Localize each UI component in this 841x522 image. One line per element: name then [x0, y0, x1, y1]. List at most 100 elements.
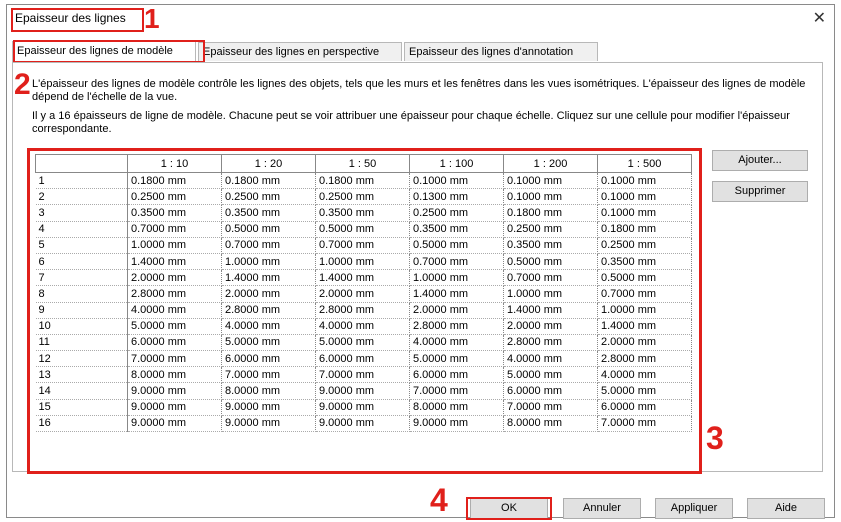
weight-cell[interactable]: 9.0000 mm: [315, 415, 410, 433]
weight-cell[interactable]: 8.0000 mm: [221, 382, 316, 400]
weight-cell[interactable]: 5.0000 mm: [409, 350, 504, 368]
weight-cell[interactable]: 0.2500 mm: [315, 188, 410, 206]
weight-cell[interactable]: 9.0000 mm: [127, 399, 222, 416]
weight-cell[interactable]: 2.8000 mm: [409, 318, 504, 335]
tab-annotation-line-weights[interactable]: Epaisseur des lignes d'annotation: [404, 42, 598, 61]
weight-cell[interactable]: 4.0000 mm: [315, 318, 410, 335]
weight-cell[interactable]: 0.2500 mm: [221, 188, 316, 206]
weight-cell[interactable]: 1.0000 mm: [409, 269, 504, 287]
weight-cell[interactable]: 2.0000 mm: [221, 285, 316, 303]
weight-cell[interactable]: 0.5000 mm: [409, 237, 504, 254]
close-icon[interactable]: ✕: [813, 8, 826, 28]
weight-cell[interactable]: 9.0000 mm: [221, 415, 316, 433]
weight-cell[interactable]: 2.8000 mm: [315, 302, 410, 319]
weight-cell[interactable]: 6.0000 mm: [315, 350, 410, 368]
weight-cell[interactable]: 5.0000 mm: [127, 318, 222, 335]
weight-cell[interactable]: 9.0000 mm: [315, 382, 410, 400]
weight-cell[interactable]: 0.2500 mm: [127, 188, 222, 206]
weight-cell[interactable]: 6.0000 mm: [409, 366, 504, 384]
weight-cell[interactable]: 2.8000 mm: [221, 302, 316, 319]
weight-cell[interactable]: 5.0000 mm: [597, 382, 692, 400]
weight-cell[interactable]: 0.7000 mm: [503, 269, 598, 287]
weight-cell[interactable]: 7.0000 mm: [409, 382, 504, 400]
weight-cell[interactable]: 1.0000 mm: [127, 237, 222, 254]
weight-cell[interactable]: 0.5000 mm: [597, 269, 692, 287]
weight-cell[interactable]: 1.4000 mm: [597, 318, 692, 335]
weight-cell[interactable]: 6.0000 mm: [127, 334, 222, 352]
tab-perspective-line-weights[interactable]: Epaisseur des lignes en perspective: [198, 42, 402, 61]
weight-cell[interactable]: 2.8000 mm: [503, 334, 598, 352]
weight-cell[interactable]: 9.0000 mm: [409, 415, 504, 433]
weight-cell[interactable]: 2.0000 mm: [127, 269, 222, 287]
weight-cell[interactable]: 0.3500 mm: [409, 221, 504, 238]
weight-cell[interactable]: 7.0000 mm: [597, 415, 692, 433]
weight-cell[interactable]: 7.0000 mm: [503, 399, 598, 416]
weight-cell[interactable]: 1.4000 mm: [221, 269, 316, 287]
weight-cell[interactable]: 0.1800 mm: [503, 204, 598, 222]
apply-button[interactable]: Appliquer: [655, 498, 733, 519]
weight-cell[interactable]: 6.0000 mm: [503, 382, 598, 400]
weight-cell[interactable]: 0.5000 mm: [503, 253, 598, 271]
weight-cell[interactable]: 7.0000 mm: [221, 366, 316, 384]
weight-cell[interactable]: 0.1000 mm: [597, 188, 692, 206]
weight-cell[interactable]: 0.1300 mm: [409, 188, 504, 206]
weight-cell[interactable]: 1.4000 mm: [409, 285, 504, 303]
weight-cell[interactable]: 4.0000 mm: [221, 318, 316, 335]
weight-cell[interactable]: 0.7000 mm: [221, 237, 316, 254]
weight-cell[interactable]: 0.2500 mm: [503, 221, 598, 238]
help-button[interactable]: Aide: [747, 498, 825, 519]
weight-cell[interactable]: 1.4000 mm: [127, 253, 222, 271]
weight-cell[interactable]: 4.0000 mm: [503, 350, 598, 368]
weight-cell[interactable]: 5.0000 mm: [221, 334, 316, 352]
weight-cell[interactable]: 6.0000 mm: [221, 350, 316, 368]
weight-cell[interactable]: 1.0000 mm: [503, 285, 598, 303]
weight-cell[interactable]: 7.0000 mm: [315, 366, 410, 384]
weight-cell[interactable]: 0.1800 mm: [597, 221, 692, 238]
remove-button[interactable]: Supprimer: [712, 181, 808, 202]
weight-cell[interactable]: 0.1800 mm: [127, 172, 222, 190]
weight-cell[interactable]: 0.2500 mm: [409, 204, 504, 222]
weight-cell[interactable]: 7.0000 mm: [127, 350, 222, 368]
weight-cell[interactable]: 8.0000 mm: [503, 415, 598, 433]
weight-cell[interactable]: 8.0000 mm: [127, 366, 222, 384]
cancel-button[interactable]: Annuler: [563, 498, 641, 519]
weight-cell[interactable]: 2.0000 mm: [597, 334, 692, 352]
weight-cell[interactable]: 4.0000 mm: [409, 334, 504, 352]
title-bar[interactable]: Epaisseur des lignes ✕: [7, 5, 834, 33]
weight-cell[interactable]: 0.1000 mm: [409, 172, 504, 190]
weight-cell[interactable]: 4.0000 mm: [597, 366, 692, 384]
weight-cell[interactable]: 2.0000 mm: [315, 285, 410, 303]
weight-cell[interactable]: 0.5000 mm: [221, 221, 316, 238]
weight-cell[interactable]: 9.0000 mm: [127, 382, 222, 400]
weight-cell[interactable]: 0.3500 mm: [127, 204, 222, 222]
weight-cell[interactable]: 1.0000 mm: [597, 302, 692, 319]
weight-cell[interactable]: 0.1000 mm: [503, 188, 598, 206]
weight-cell[interactable]: 9.0000 mm: [127, 415, 222, 433]
weight-cell[interactable]: 1.4000 mm: [503, 302, 598, 319]
add-button[interactable]: Ajouter...: [712, 150, 808, 171]
weight-cell[interactable]: 9.0000 mm: [315, 399, 410, 416]
weight-cell[interactable]: 1.0000 mm: [221, 253, 316, 271]
weight-cell[interactable]: 0.1000 mm: [503, 172, 598, 190]
weight-cell[interactable]: 6.0000 mm: [597, 399, 692, 416]
weight-cell[interactable]: 0.1000 mm: [597, 204, 692, 222]
weight-cell[interactable]: 0.7000 mm: [597, 285, 692, 303]
weight-cell[interactable]: 8.0000 mm: [409, 399, 504, 416]
weight-cell[interactable]: 2.0000 mm: [503, 318, 598, 335]
weight-cell[interactable]: 0.1000 mm: [597, 172, 692, 190]
weight-cell[interactable]: 0.7000 mm: [127, 221, 222, 238]
weight-cell[interactable]: 2.8000 mm: [597, 350, 692, 368]
weight-cell[interactable]: 1.0000 mm: [315, 253, 410, 271]
weight-cell[interactable]: 0.3500 mm: [315, 204, 410, 222]
weight-cell[interactable]: 4.0000 mm: [127, 302, 222, 319]
weight-cell[interactable]: 2.0000 mm: [409, 302, 504, 319]
weight-cell[interactable]: 1.4000 mm: [315, 269, 410, 287]
weight-cell[interactable]: 2.8000 mm: [127, 285, 222, 303]
weight-cell[interactable]: 5.0000 mm: [503, 366, 598, 384]
weight-cell[interactable]: 0.7000 mm: [409, 253, 504, 271]
weight-cell[interactable]: 0.3500 mm: [503, 237, 598, 254]
weight-cell[interactable]: 9.0000 mm: [221, 399, 316, 416]
weight-cell[interactable]: 0.7000 mm: [315, 237, 410, 254]
weight-cell[interactable]: 0.3500 mm: [221, 204, 316, 222]
weight-cell[interactable]: 0.2500 mm: [597, 237, 692, 254]
